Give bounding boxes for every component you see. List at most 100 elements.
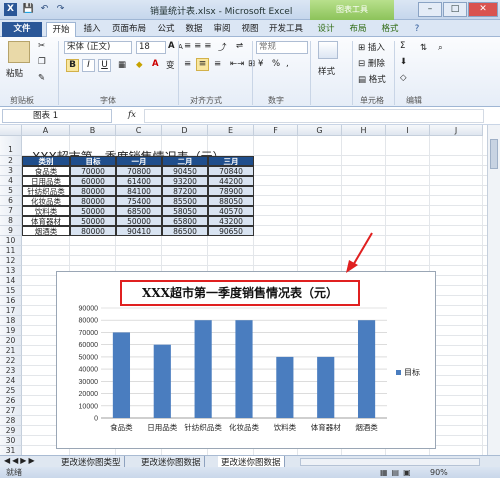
tab-view[interactable]: 视图 [238,22,262,37]
row-header-18[interactable]: 18 [0,316,22,326]
table-cell[interactable]: 90450 [162,166,208,176]
sheet-tab-3[interactable]: 更改迷你图数据 [218,456,285,468]
table-cell[interactable]: 化妆品类 [22,196,70,206]
tab-format[interactable]: 格式 [378,22,402,37]
currency-icon[interactable]: ¥ [258,59,263,69]
horizontal-scrollbar[interactable] [300,458,480,466]
find-select-icon[interactable]: ⌕ [438,43,443,53]
cut-icon[interactable]: ✂ [38,41,45,51]
autosum-button[interactable]: Σ [400,41,405,51]
table-cell[interactable]: 50000 [70,206,116,216]
top-align-icons[interactable]: ≡≡≡ [184,41,214,51]
row-header-30[interactable]: 30 [0,436,22,446]
sort-filter-icon[interactable]: ⇅ [420,43,427,53]
tab-design[interactable]: 设计 [314,22,338,37]
table-cell[interactable]: 食品类 [22,166,70,176]
scroll-thumb[interactable] [490,139,498,169]
tab-formulas[interactable]: 公式 [154,22,178,37]
row-header-6[interactable]: 6 [0,196,22,206]
function-icon[interactable]: fx [128,110,136,120]
column-header-G[interactable]: G [298,125,342,136]
table-cell[interactable]: 75400 [116,196,162,206]
chart-object[interactable]: XXX超市第一季度销售情况表（元） 0 10000 20000 30000 40000 5… [56,271,436,449]
table-cell[interactable]: 58050 [162,206,208,216]
table-cell[interactable]: 65800 [162,216,208,226]
table-cell[interactable]: 68500 [116,206,162,216]
worksheet-grid[interactable]: ABCDEFGHIJ 1 2 3 4 5 6 7 8 9 10 11 12 13 14 15 16 17 18 19… [0,125,487,455]
table-cell[interactable]: 70840 [208,166,254,176]
number-format-select[interactable]: 常规 [256,41,308,54]
percent-button[interactable]: % [272,59,280,69]
phonetic-icon[interactable]: 变 [166,59,175,71]
sheet-tab-2[interactable]: 更改迷你图数据 [138,456,205,468]
table-cell[interactable]: 88050 [208,196,254,206]
italic-button[interactable]: I [82,59,95,72]
minimize-button[interactable]: – [418,2,442,17]
row-header-19[interactable]: 19 [0,326,22,336]
table-cell[interactable]: 61400 [116,176,162,186]
row-header-13[interactable]: 13 [0,266,22,276]
tab-file[interactable]: 文件 [2,22,42,37]
table-cell[interactable]: 84100 [116,186,162,196]
indent-icon[interactable]: ⇤⇥ [230,59,244,69]
tab-review[interactable]: 审阅 [210,22,234,37]
paste-button[interactable]: 粘贴 [6,67,23,79]
row-header-12[interactable]: 12 [0,256,22,266]
table-cell[interactable]: 43200 [208,216,254,226]
column-header-J[interactable]: J [430,125,483,136]
format-painter-icon[interactable]: ✎ [38,73,45,83]
table-cell[interactable]: 针纺织品类 [22,186,70,196]
table-header-cell[interactable]: 一月 [116,156,162,166]
view-buttons[interactable]: ▦▤▣ [380,467,415,478]
row-header-4[interactable]: 4 [0,176,22,186]
sheet-nav-arrows[interactable]: ◀◀▶▶ [4,456,37,465]
insert-button[interactable]: ⊞ 插入 [358,41,385,53]
table-cell[interactable]: 87200 [162,186,208,196]
format-button[interactable]: ▤ 格式 [358,73,386,85]
align-right-icon[interactable]: ≡ [214,59,221,69]
tab-developer[interactable]: 开发工具 [266,22,306,37]
row-header-9[interactable]: 9 [0,226,22,236]
close-button[interactable]: ✕ [468,2,498,17]
border-icon[interactable]: ▦ [118,60,126,70]
help-icon[interactable]: ? [410,22,424,37]
column-header-F[interactable]: F [254,125,298,136]
row-header-20[interactable]: 20 [0,336,22,346]
row-header-28[interactable]: 28 [0,416,22,426]
align-center-button[interactable]: ≡ [196,58,209,71]
table-cell[interactable]: 80000 [70,196,116,206]
undo-icon[interactable]: ↶ [38,3,51,16]
styles-button[interactable]: 样式 [318,65,335,77]
table-header-cell[interactable]: 二月 [162,156,208,166]
row-header-27[interactable]: 27 [0,406,22,416]
fill-icon[interactable]: ⬇ [400,57,407,67]
table-cell[interactable]: 85500 [162,196,208,206]
row-header-23[interactable]: 23 [0,366,22,376]
row-header-17[interactable]: 17 [0,306,22,316]
styles-icon[interactable] [318,41,338,59]
maximize-button[interactable]: □ [443,2,467,17]
tab-data[interactable]: 数据 [182,22,206,37]
table-cell[interactable]: 饮料类 [22,206,70,216]
column-header-I[interactable]: I [386,125,430,136]
row-header-15[interactable]: 15 [0,286,22,296]
formula-input[interactable] [144,109,484,123]
table-cell[interactable]: 70000 [70,166,116,176]
select-all-corner[interactable] [0,125,22,136]
tab-home[interactable]: 开始 [46,22,76,37]
comma-button[interactable]: , [286,59,289,69]
paste-icon[interactable] [8,41,30,63]
table-cell[interactable]: 40570 [208,206,254,216]
table-header-cell[interactable]: 类别 [22,156,70,166]
tab-layout[interactable]: 布局 [346,22,370,37]
row-header-7[interactable]: 7 [0,206,22,216]
underline-button[interactable]: U [98,59,111,72]
row-header-25[interactable]: 25 [0,386,22,396]
row-header-16[interactable]: 16 [0,296,22,306]
row-header-29[interactable]: 29 [0,426,22,436]
font-name-select[interactable]: 宋体 (正文) [64,41,132,54]
row-header-14[interactable]: 14 [0,276,22,286]
row-header-8[interactable]: 8 [0,216,22,226]
table-cell[interactable]: 50000 [116,216,162,226]
redo-icon[interactable]: ↷ [54,3,67,16]
